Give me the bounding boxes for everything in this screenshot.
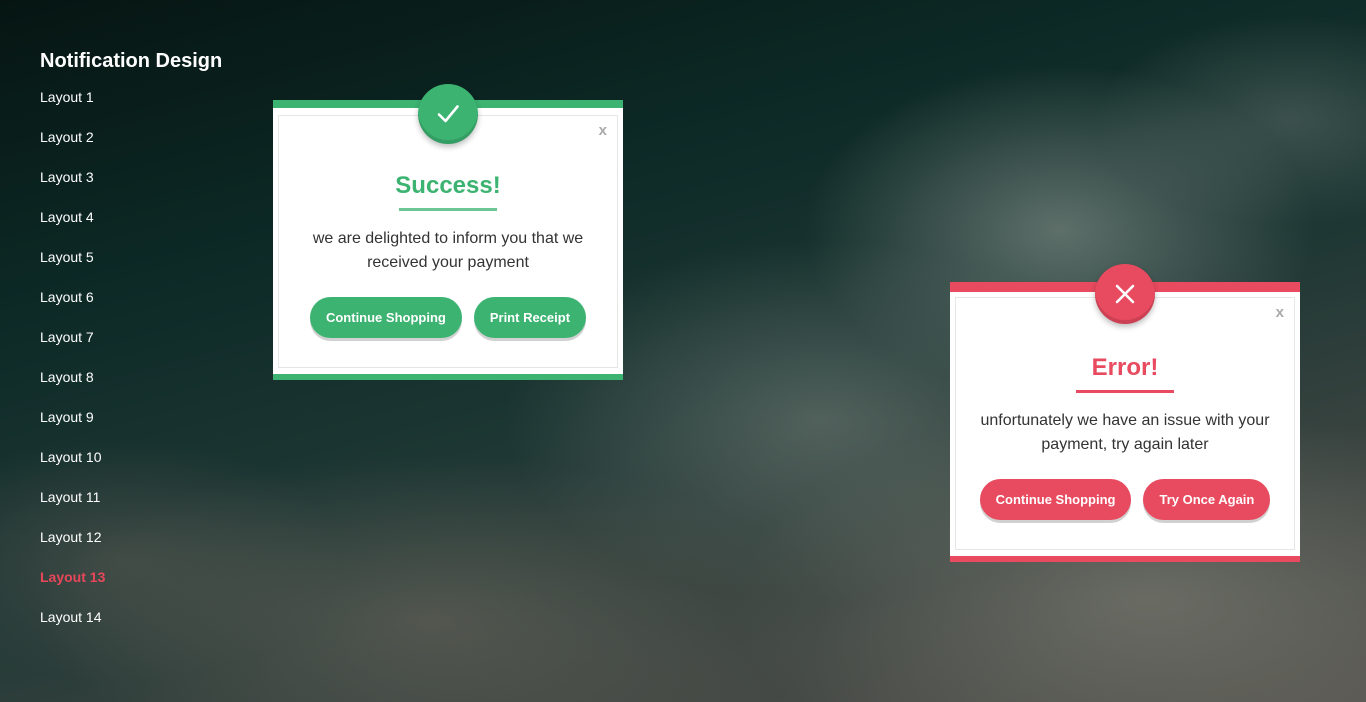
success-notification: x Success! we are delighted to inform yo… [273,84,623,380]
sidebar-item-layout-13[interactable]: Layout 13 [40,568,260,608]
sidebar-item-layout-8[interactable]: Layout 8 [40,368,260,408]
sidebar-item-layout-5[interactable]: Layout 5 [40,248,260,288]
title-underline [1076,390,1174,393]
error-notification-body: x Error! unfortunately we have an issue … [955,264,1295,550]
title-underline [399,208,497,211]
checkmark-icon [418,84,478,144]
sidebar-item-layout-1[interactable]: Layout 1 [40,88,260,128]
sidebar-item-layout-6[interactable]: Layout 6 [40,288,260,328]
sidebar-item-layout-11[interactable]: Layout 11 [40,488,260,528]
sidebar-item-layout-2[interactable]: Layout 2 [40,128,260,168]
error-notification: x Error! unfortunately we have an issue … [950,264,1300,562]
success-actions: Continue Shopping Print Receipt [279,297,617,338]
success-message: we are delighted to inform you that we r… [312,230,584,271]
close-button[interactable]: x [1276,304,1284,321]
sidebar-item-layout-14[interactable]: Layout 14 [40,608,260,648]
print-receipt-button[interactable]: Print Receipt [473,297,587,338]
close-button[interactable]: x [599,122,607,139]
continue-shopping-button[interactable]: Continue Shopping [309,297,462,338]
sidebar-item-layout-7[interactable]: Layout 7 [40,328,260,368]
sidebar-item-layout-9[interactable]: Layout 9 [40,408,260,448]
sidebar-item-layout-4[interactable]: Layout 4 [40,208,260,248]
cross-icon [1095,264,1155,324]
sidebar-item-layout-3[interactable]: Layout 3 [40,168,260,208]
sidebar: Notification Design Layout 1 Layout 2 La… [40,48,260,648]
success-notification-body: x Success! we are delighted to inform yo… [278,84,618,368]
sidebar-item-layout-12[interactable]: Layout 12 [40,528,260,568]
sidebar-item-layout-10[interactable]: Layout 10 [40,448,260,488]
sidebar-title: Notification Design [40,50,223,72]
error-actions: Continue Shopping Try Once Again [956,479,1294,520]
try-once-again-button[interactable]: Try Once Again [1143,479,1271,520]
continue-shopping-button[interactable]: Continue Shopping [979,479,1132,520]
error-message: unfortunately we have an issue with your… [980,412,1270,453]
